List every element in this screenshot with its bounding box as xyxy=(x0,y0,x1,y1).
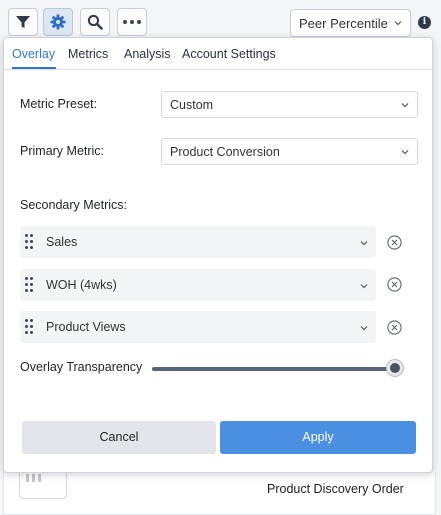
drag-handle-icon[interactable] xyxy=(25,277,33,293)
secondary-metric-row[interactable]: Sales xyxy=(20,226,376,258)
settings-button[interactable] xyxy=(43,8,73,36)
primary-metric-label: Primary Metric: xyxy=(20,144,105,158)
product-thumbnail[interactable] xyxy=(19,472,67,499)
view-mode-select[interactable]: Peer Percentile xyxy=(290,9,411,37)
primary-metric-select[interactable]: Product Conversion xyxy=(161,138,418,165)
product-card-title: Product Discovery Order xyxy=(267,482,404,496)
remove-metric-icon[interactable] xyxy=(387,277,402,292)
drag-handle-icon[interactable] xyxy=(25,319,33,335)
remove-metric-icon[interactable] xyxy=(387,320,402,335)
secondary-metric-label: WOH (4wks) xyxy=(46,278,117,292)
more-icon xyxy=(123,20,141,24)
chevron-down-icon xyxy=(401,150,409,155)
cancel-button[interactable]: Cancel xyxy=(22,421,216,454)
view-mode-select-value: Peer Percentile xyxy=(299,16,388,31)
drag-handle-icon[interactable] xyxy=(25,234,33,250)
chevron-down-icon xyxy=(360,326,368,331)
page: Peer Percentile i Product Discovery Orde… xyxy=(0,0,441,515)
metric-preset-select[interactable]: Custom xyxy=(161,91,418,118)
secondary-metric-label: Product Views xyxy=(46,320,126,334)
metric-preset-value: Custom xyxy=(170,98,214,112)
primary-metric-value: Product Conversion xyxy=(170,145,280,159)
chevron-down-icon xyxy=(360,284,368,289)
settings-popover: Overlay Metrics Analysis Account Setting… xyxy=(3,37,433,473)
chevron-down-icon xyxy=(360,241,368,246)
secondary-metric-row[interactable]: Product Views xyxy=(20,311,376,343)
overlay-transparency-slider[interactable] xyxy=(152,367,397,371)
chevron-down-icon xyxy=(394,21,402,26)
metric-preset-label: Metric Preset: xyxy=(20,97,98,111)
search-icon xyxy=(87,14,103,30)
search-button[interactable] xyxy=(80,8,110,36)
remove-metric-icon[interactable] xyxy=(387,235,402,250)
overlay-transparency-label: Overlay Transparency xyxy=(20,360,143,374)
secondary-metric-label: Sales xyxy=(46,235,78,249)
tab-analysis[interactable]: Analysis xyxy=(124,47,171,61)
slider-handle[interactable] xyxy=(387,360,403,376)
tab-account-settings[interactable]: Account Settings xyxy=(182,47,276,61)
filter-button[interactable] xyxy=(8,8,38,36)
chevron-down-icon xyxy=(401,103,409,108)
tab-overlay[interactable]: Overlay xyxy=(12,47,55,61)
info-icon[interactable]: i xyxy=(418,16,431,29)
active-tab-indicator xyxy=(12,67,56,69)
settings-tabs: Overlay Metrics Analysis Account Setting… xyxy=(4,38,432,70)
filter-icon xyxy=(16,16,30,28)
secondary-metric-row[interactable]: WOH (4wks) xyxy=(20,269,376,301)
tab-metrics[interactable]: Metrics xyxy=(68,47,108,61)
more-button[interactable] xyxy=(117,8,147,36)
apply-button[interactable]: Apply xyxy=(220,421,416,454)
gear-icon xyxy=(50,14,66,30)
secondary-metrics-label: Secondary Metrics: xyxy=(20,198,127,212)
